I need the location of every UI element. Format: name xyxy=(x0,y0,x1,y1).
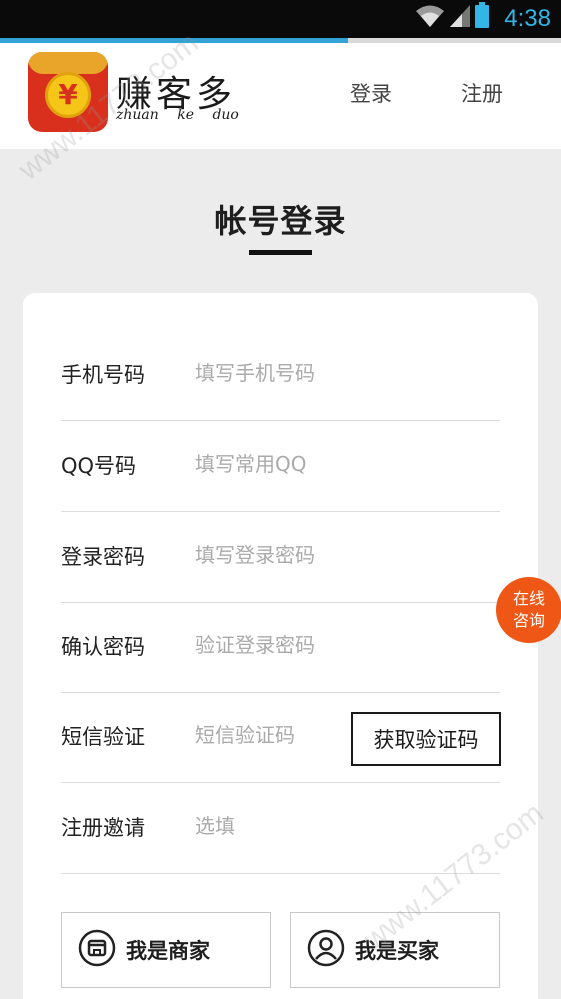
nav-login-link[interactable]: 登录 xyxy=(350,78,392,108)
form-row-sms-code: 短信验证 获取验证码 xyxy=(61,692,501,783)
qq-input[interactable] xyxy=(195,449,375,479)
password-input[interactable] xyxy=(195,540,375,570)
confirm-password-input[interactable] xyxy=(195,630,375,660)
form-row-invite: 注册邀请 xyxy=(61,783,500,874)
sms-code-label: 短信验证 xyxy=(61,725,145,749)
consult-line-1: 在线 xyxy=(512,589,545,608)
status-icons xyxy=(415,2,489,32)
online-consult-button[interactable]: 在线 咨询 xyxy=(496,577,561,643)
user-icon xyxy=(307,929,345,971)
invite-label: 注册邀请 xyxy=(61,816,145,840)
merchant-role-label: 我是商家 xyxy=(126,939,210,963)
consult-line-2: 咨询 xyxy=(512,611,545,630)
form-row-confirm-password: 确认密码 xyxy=(61,602,500,693)
battery-icon xyxy=(475,2,489,32)
logo-red-envelope-icon[interactable]: ¥ xyxy=(28,52,108,132)
password-label: 登录密码 xyxy=(61,545,145,569)
logo-subtitle: zhuan ke duo xyxy=(116,107,239,123)
wifi-icon xyxy=(415,4,445,32)
buyer-role-label: 我是买家 xyxy=(355,939,439,963)
invite-input[interactable] xyxy=(195,811,375,841)
title-underline xyxy=(249,250,312,255)
cell-signal-icon xyxy=(449,4,471,32)
store-icon xyxy=(78,929,116,971)
page-title: 帐号登录 xyxy=(214,202,347,240)
form-row-password: 登录密码 xyxy=(61,512,500,603)
nav-register-link[interactable]: 注册 xyxy=(461,78,503,108)
status-time: 4:38 xyxy=(504,5,551,32)
get-code-button[interactable]: 获取验证码 xyxy=(351,712,501,766)
logo-envelope-flap xyxy=(28,52,108,74)
confirm-password-label: 确认密码 xyxy=(61,635,145,659)
form-row-phone: 手机号码 xyxy=(61,330,500,421)
qq-label: QQ号码 xyxy=(61,454,137,478)
phone-input[interactable] xyxy=(195,358,375,388)
register-form-card: 手机号码 QQ号码 登录密码 确认密码 短信验证 获取验证码 注册邀请 我是商家 xyxy=(23,293,538,999)
site-header: ¥ 赚客多 zhuan ke duo 登录 注册 xyxy=(0,43,561,149)
phone-label: 手机号码 xyxy=(61,363,145,387)
sms-code-input[interactable] xyxy=(195,720,340,750)
form-row-qq: QQ号码 xyxy=(61,421,500,512)
buyer-role-button[interactable]: 我是买家 xyxy=(290,912,500,988)
merchant-role-button[interactable]: 我是商家 xyxy=(61,912,271,988)
logo-coin: ¥ xyxy=(45,72,91,118)
status-bar: 4:38 xyxy=(0,0,561,38)
